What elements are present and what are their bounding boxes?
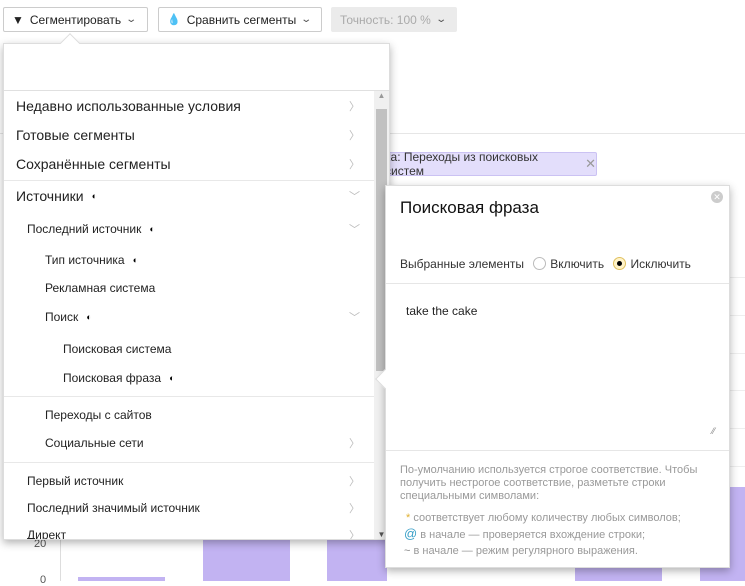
dropdown-item[interactable]: Недавно использованные условия 〉 — [4, 92, 374, 120]
filter-chip-label: ка: Переходы из поисковых систем — [385, 150, 538, 178]
dropdown-item[interactable]: Поиск ◐ ﹀ — [4, 303, 374, 331]
segment-label: Сегментировать — [29, 12, 122, 27]
dropdown-item-label: Поиск — [45, 310, 79, 324]
accuracy-label: Точность: 100 % — [340, 12, 431, 27]
selection-row: Выбранные элементы Включить Исключить — [400, 257, 691, 271]
phrase-textarea[interactable]: take the cake ⁄⁄ — [386, 284, 729, 450]
close-icon[interactable]: ✕ — [585, 156, 596, 172]
chevron-down-icon: ﹀ — [349, 224, 360, 236]
dropdown-item-label: Социальные сети — [45, 436, 144, 450]
dropdown-item-label: Последний источник — [27, 222, 142, 236]
rule-text: соответствует любому количеству любых си… — [410, 512, 681, 524]
dropdown-item[interactable]: Первый источник 〉 — [4, 467, 374, 495]
chevron-down-icon: ⌄ — [435, 14, 447, 25]
chevron-right-icon: 〉 — [349, 159, 360, 171]
dropdown-item-label: Источники — [16, 188, 84, 204]
dropdown-item-label: Директ — [27, 528, 67, 540]
segment-button[interactable]: ▼ Сегментировать ⌄ — [3, 7, 148, 32]
dropdown-item[interactable]: Поисковая система — [4, 335, 374, 363]
dropdown-item[interactable]: Последний значимый источник 〉 — [4, 494, 374, 522]
segment-dropdown: Недавно использованные условия 〉 Готовые с… — [3, 43, 390, 540]
dropdown-item-label: Готовые сегменты — [16, 127, 135, 143]
rule-symbol: @ — [404, 526, 418, 541]
search-phrase-popover: ✕ Поисковая фраза Выбранные элементы Вкл… — [375, 185, 730, 568]
chart-bar — [203, 540, 290, 581]
half-circle-icon: ◐ — [132, 255, 139, 265]
dropdown-item[interactable]: Тип источника ◐ — [4, 246, 374, 274]
dropdown-item-label: Последний значимый источник — [27, 501, 200, 515]
include-label[interactable]: Включить — [550, 257, 604, 271]
filter-chip[interactable]: ка: Переходы из поисковых систем ✕ — [380, 150, 597, 178]
dropdown-item[interactable]: Переходы с сайтов — [4, 401, 374, 429]
dropdown-item-label: Тип источника — [45, 253, 125, 267]
rule-text: в начале — проверяется вхождение строки; — [417, 529, 646, 541]
half-circle-icon: ◐ — [169, 373, 175, 383]
scroll-up-icon[interactable]: ▲ — [374, 91, 389, 100]
textarea-value: take the cake — [406, 304, 478, 318]
chevron-down-icon: ﹀ — [349, 312, 360, 324]
dropdown-item[interactable]: Источники ◐ ﹀ — [4, 182, 374, 210]
rule-text: в начале — режим регулярного выражения. — [410, 545, 638, 557]
help-rule: ~ в начале — режим регулярного выражения… — [404, 543, 681, 559]
dropdown-item[interactable]: Сохранённые сегменты 〉 — [4, 150, 374, 178]
divider — [4, 180, 374, 181]
chevron-right-icon: 〉 — [349, 101, 360, 113]
resize-grip-icon[interactable]: ⁄⁄ — [712, 426, 715, 436]
divider — [4, 396, 374, 397]
dropdown-item-label: Переходы с сайтов — [45, 408, 152, 422]
chart-bar — [78, 577, 165, 581]
chart-bar — [327, 540, 387, 581]
half-circle-icon: ◐ — [149, 224, 155, 234]
filter-icon: ▼ — [12, 12, 24, 27]
dropdown-item[interactable]: Директ 〉 — [4, 521, 374, 540]
chevron-right-icon: 〉 — [349, 476, 360, 488]
drops-icon: 💧 — [167, 14, 181, 26]
dropdown-item-label: Поисковая система — [63, 342, 172, 356]
chevron-down-icon: ⌄ — [125, 14, 138, 25]
chevron-down-icon: ﹀ — [349, 191, 360, 203]
dropdown-item[interactable]: Социальные сети 〉 — [4, 429, 374, 457]
dropdown-item-label: Первый источник — [27, 474, 124, 488]
dropdown-item[interactable]: Рекламная система — [4, 274, 374, 302]
close-icon[interactable]: ✕ — [711, 191, 723, 203]
dropdown-item[interactable]: Готовые сегменты 〉 — [4, 121, 374, 149]
half-circle-icon: ◐ — [91, 191, 98, 201]
chevron-right-icon: 〉 — [349, 438, 360, 450]
popover-title: Поисковая фраза — [400, 198, 539, 217]
compare-segments-button[interactable]: 💧 Сравнить сегменты ⌄ — [158, 7, 322, 32]
half-circle-icon: ◐ — [86, 312, 92, 322]
help-rule: * соответствует любому количеству любых … — [406, 510, 681, 526]
chevron-down-icon: ⌄ — [300, 14, 313, 25]
include-radio[interactable] — [533, 257, 547, 270]
accuracy-button[interactable]: Точность: 100 % ⌄ — [331, 7, 457, 32]
dropdown-item-label: Поисковая фраза — [63, 371, 162, 385]
chevron-right-icon: 〉 — [349, 530, 360, 540]
compare-label: Сравнить сегменты — [186, 12, 297, 27]
exclude-radio[interactable] — [613, 257, 627, 270]
help-text: По-умолчанию используется строгое соотве… — [400, 464, 698, 502]
dropdown-item-label: Рекламная система — [45, 281, 156, 295]
chevron-right-icon: 〉 — [349, 130, 360, 142]
dropdown-item[interactable]: Поисковая фраза ◐ — [4, 364, 374, 392]
dropdown-item[interactable]: Последний источник ◐ ﹀ — [4, 215, 374, 243]
exclude-label[interactable]: Исключить — [630, 257, 690, 271]
dropdown-item-label: Недавно использованные условия — [16, 98, 241, 114]
divider — [4, 462, 374, 463]
dropdown-item-label: Сохранённые сегменты — [16, 156, 171, 172]
selected-elements-label: Выбранные элементы — [400, 257, 524, 271]
y-axis-line — [60, 540, 61, 581]
y-tick-label: 0 — [40, 574, 47, 586]
chevron-right-icon: 〉 — [349, 503, 360, 515]
help-rule: @ в начале — проверяется вхождение строк… — [404, 526, 681, 543]
